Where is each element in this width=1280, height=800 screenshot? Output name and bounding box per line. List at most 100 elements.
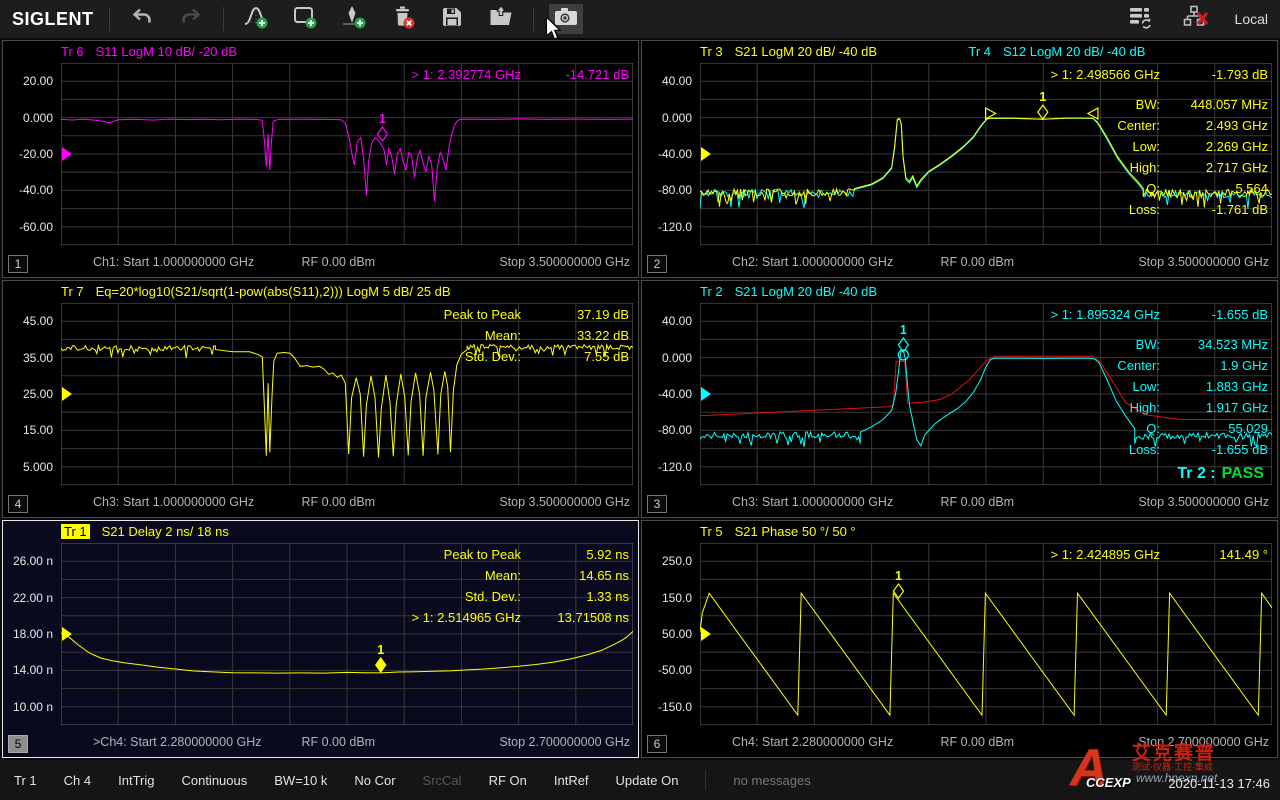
local-label[interactable]: Local — [1235, 11, 1268, 27]
trace-title[interactable]: Tr 3 S21 LogM 20 dB/ -40 dB — [700, 44, 968, 59]
undo-button[interactable] — [125, 4, 159, 34]
start-frequency: Ch3: Start 1.000000000 GHz — [93, 495, 254, 509]
recall-folder-icon — [488, 4, 514, 35]
reference-level-arrow — [701, 387, 711, 401]
toolbar-separator — [109, 7, 110, 31]
panel-1[interactable]: Tr 6S11 LogM 10 dB/ -20 dB 20.00 0.000 -20… — [2, 40, 639, 278]
panel-number[interactable]: 3 — [647, 495, 667, 513]
readout-row: Std. Dev.:1.33 ns — [412, 586, 630, 607]
panel-number[interactable]: 6 — [647, 735, 667, 753]
y-axis-label: 0.000 — [23, 111, 53, 125]
reference-level-arrow — [62, 387, 72, 401]
trace-format: S21 LogM 20 dB/ -40 dB — [735, 44, 877, 59]
redo-icon — [179, 5, 203, 34]
plot-area[interactable]: 1> 1: 2.424895 GHz141.49 ° — [700, 543, 1272, 725]
recall-button[interactable] — [484, 4, 518, 34]
trace-name[interactable]: Tr 6 — [61, 44, 84, 59]
status-item-inttrig[interactable]: IntTrig — [118, 773, 154, 788]
rf-power: RF 0.00 dBm — [940, 255, 1014, 269]
panel-3[interactable]: Tr 2S21 LogM 20 dB/ -40 dB 40.000.000-40… — [641, 280, 1278, 518]
mouse-cursor — [545, 17, 563, 46]
panel-number[interactable]: 5 — [8, 735, 28, 753]
status-item-rf-on[interactable]: RF On — [489, 773, 527, 788]
trace-titles[interactable]: Tr 3 S21 LogM 20 dB/ -40 dB Tr 4S12 LogM 2… — [700, 44, 1271, 59]
y-axis-label: -50.00 — [658, 663, 692, 677]
trace-title[interactable]: Tr 7Eq=20*log10(S21/sqrt(1-pow(abs(S11),… — [61, 284, 451, 299]
y-axis-label: 20.00 — [23, 74, 53, 88]
panel-number[interactable]: 1 — [8, 255, 28, 273]
plot-area[interactable]: 1> 1: 2.498566 GHz-1.793 dBBW:448.057 MH… — [700, 63, 1272, 245]
marker-readouts: > 1: 2.498566 GHz-1.793 dBBW:448.057 MHz… — [1051, 64, 1269, 220]
add-trace-button[interactable] — [239, 4, 273, 34]
lan-status-button[interactable] — [1179, 4, 1213, 34]
y-axis-labels: 45.0035.0025.0015.005.000 — [3, 303, 57, 485]
plot-area[interactable]: 1> 1: 2.392774 GHz-14.721 dB — [61, 63, 633, 245]
add-window-button[interactable] — [288, 4, 322, 34]
panel-number[interactable]: 2 — [647, 255, 667, 273]
marker-readouts: > 1: 2.424895 GHz141.49 ° — [1051, 544, 1269, 565]
trace-name[interactable]: Tr 1 — [61, 524, 90, 539]
trace-title[interactable]: Tr 2S21 LogM 20 dB/ -40 dB — [700, 284, 877, 299]
y-axis-label: 18.00 n — [13, 627, 53, 641]
delete-trash-icon — [390, 4, 416, 35]
status-item-bw-10-k[interactable]: BW=10 k — [274, 773, 327, 788]
y-axis-label: 15.00 — [23, 423, 53, 437]
status-item-update-on[interactable]: Update On — [616, 773, 679, 788]
y-axis-label: -40.00 — [658, 387, 692, 401]
panel-6[interactable]: Tr 5S21 Phase 50 °/ 50 ° 250.0150.050.00… — [641, 520, 1278, 758]
undo-icon — [130, 5, 154, 34]
trace-title[interactable]: Tr 5 S21 Phase 50 °/ 50 ° — [700, 524, 856, 539]
trace-name[interactable]: Tr 7 — [61, 284, 84, 299]
readout-row: Std. Dev.:7.55 dB — [444, 346, 629, 367]
trace-name[interactable]: Tr 5 — [700, 524, 723, 539]
trace-titles[interactable]: Tr 5 S21 Phase 50 °/ 50 ° — [700, 524, 1271, 539]
save-button[interactable] — [435, 4, 469, 34]
trace-titles[interactable]: Tr 1S21 Delay 2 ns/ 18 ns — [61, 524, 632, 539]
trace-name[interactable]: Tr 4 — [968, 44, 991, 59]
delete-button[interactable] — [386, 4, 420, 34]
start-frequency: >Ch4: Start 2.280000000 GHz — [93, 735, 262, 749]
readout-row: Low:1.883 GHz — [1051, 376, 1269, 397]
trace-format: S21 Phase 50 °/ 50 ° — [735, 524, 856, 539]
status-item-srccal[interactable]: SrcCal — [423, 773, 462, 788]
trace-titles[interactable]: Tr 7Eq=20*log10(S21/sqrt(1-pow(abs(S11),… — [61, 284, 632, 299]
stop-frequency: Stop 3.500000000 GHz — [1138, 255, 1269, 269]
panel-2[interactable]: Tr 3 S21 LogM 20 dB/ -40 dB Tr 4S12 LogM 2… — [641, 40, 1278, 278]
add-trace-icon — [243, 4, 269, 35]
panel-4[interactable]: Tr 7Eq=20*log10(S21/sqrt(1-pow(abs(S11),… — [2, 280, 639, 518]
trace-titles[interactable]: Tr 6S11 LogM 10 dB/ -20 dB — [61, 44, 632, 59]
marker-readouts: > 1: 1.895324 GHz-1.655 dBBW:34.523 MHzC… — [1051, 304, 1269, 460]
status-item-intref[interactable]: IntRef — [554, 773, 589, 788]
trace-title[interactable]: Tr 6S11 LogM 10 dB/ -20 dB — [61, 44, 237, 59]
plot-area[interactable]: Peak to Peak37.19 dBMean:33.22 dBStd. De… — [61, 303, 633, 485]
rf-power: RF 0.00 dBm — [301, 495, 375, 509]
plot-area[interactable]: 1Peak to Peak5.92 nsMean:14.65 nsStd. De… — [61, 543, 633, 725]
y-axis-label: 45.00 — [23, 314, 53, 328]
y-axis-labels: 20.000.000-20.00-40.00-60.00 — [3, 63, 57, 245]
system-status-icon — [1127, 4, 1153, 35]
y-axis-label: 35.00 — [23, 351, 53, 365]
status-item-ch-4[interactable]: Ch 4 — [64, 773, 91, 788]
add-marker-icon — [341, 4, 367, 35]
status-item-continuous[interactable]: Continuous — [181, 773, 247, 788]
system-status-button[interactable] — [1123, 4, 1157, 34]
y-axis-label: 25.00 — [23, 387, 53, 401]
y-axis-label: 22.00 n — [13, 591, 53, 605]
trace-name[interactable]: Tr 2 — [700, 284, 723, 299]
panel-number[interactable]: 4 — [8, 495, 28, 513]
trace-name[interactable]: Tr 3 — [700, 44, 723, 59]
status-item-tr-1[interactable]: Tr 1 — [14, 773, 37, 788]
redo-button[interactable] — [174, 4, 208, 34]
display-area: Tr 6S11 LogM 10 dB/ -20 dB 20.00 0.000 -20… — [0, 38, 1280, 760]
add-marker-button[interactable] — [337, 4, 371, 34]
y-axis-label: -20.00 — [19, 147, 53, 161]
toolbar: SIGLENT Local — [0, 0, 1280, 39]
trace-title[interactable]: Tr 1S21 Delay 2 ns/ 18 ns — [61, 524, 229, 539]
y-axis-labels: 40.000.000-40.00-80.00-120.0 — [642, 303, 696, 485]
status-item-no-cor[interactable]: No Cor — [354, 773, 395, 788]
readout-row: High:1.917 GHz — [1051, 397, 1269, 418]
plot-area[interactable]: 1> 1: 1.895324 GHz-1.655 dBBW:34.523 MHz… — [700, 303, 1272, 485]
trace-title[interactable]: Tr 4S12 LogM 20 dB/ -40 dB — [968, 44, 1145, 59]
panel-5-active[interactable]: Tr 1S21 Delay 2 ns/ 18 ns 26.00 n22.00 n… — [2, 520, 639, 758]
trace-titles[interactable]: Tr 2S21 LogM 20 dB/ -40 dB — [700, 284, 1271, 299]
